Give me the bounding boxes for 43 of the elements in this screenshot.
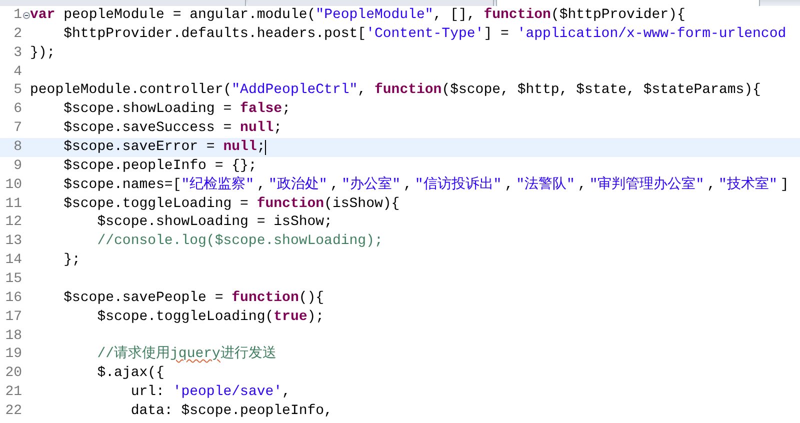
line-number: 9 bbox=[12, 156, 22, 176]
code-line: $scope.toggleLoading(true); bbox=[96, 308, 324, 325]
code-line: peopleModule.controller("AddPeopleCtrl", function($scope, $http, $state, $stateParams){ bbox=[30, 82, 761, 98]
text-cursor bbox=[265, 140, 266, 156]
line-number: 1 bbox=[12, 6, 22, 25]
line-number: 16 bbox=[4, 288, 22, 308]
line-number: 15 bbox=[4, 270, 22, 289]
code-line: data: $scope.peopleInfo, bbox=[130, 403, 332, 420]
code-line: var peopleModule = angular.module("PeopleModule", [], function($httpProvider){ bbox=[30, 7, 686, 23]
line-number: 11 bbox=[4, 194, 22, 214]
line-number: 3 bbox=[12, 44, 22, 63]
code-comment: //请求使用jquery进行发送 bbox=[96, 346, 276, 362]
line-number: 14 bbox=[4, 251, 22, 270]
code-line: }); bbox=[30, 44, 56, 61]
line-number: 20 bbox=[4, 364, 22, 384]
code-line: $scope.saveError = null; bbox=[62, 139, 266, 156]
code-line: $scope.showLoading = isShow; bbox=[96, 214, 332, 230]
code-line: $scope.saveSuccess = null; bbox=[62, 120, 282, 136]
code-line: $httpProvider.defaults.headers.post['Content-Type'] = 'application/x-www-form-urlencod bbox=[62, 26, 786, 42]
line-number: 18 bbox=[4, 326, 22, 346]
code-line: $scope.peopleInfo = {}; bbox=[62, 158, 257, 174]
code-line: $scope.names=["纪检监察" , "政治处" , "办公室" , "信访投诉出" , "法警队" , "审判管理办公室" , "技术室" ] bbox=[62, 176, 790, 193]
line-number: 2 bbox=[12, 24, 22, 44]
code-comment: //console.log($scope.showLoading); bbox=[96, 233, 383, 250]
code-line: url: 'people/save', bbox=[130, 384, 290, 400]
code-line: }; bbox=[62, 252, 80, 268]
line-number: 22 bbox=[4, 402, 22, 421]
line-number: 19 bbox=[4, 345, 22, 364]
code-line: $scope.showLoading = false; bbox=[62, 101, 290, 118]
code-line: $scope.toggleLoading = function(isShow){ bbox=[62, 196, 400, 212]
line-number: 5 bbox=[12, 81, 22, 100]
line-number: 7 bbox=[12, 119, 22, 138]
code-line: $.ajax({ bbox=[96, 365, 164, 382]
collapse-icon[interactable] bbox=[22, 12, 30, 19]
line-number: 17 bbox=[4, 308, 22, 327]
line-number: 12 bbox=[4, 213, 22, 232]
line-number: 10 bbox=[4, 176, 22, 195]
code-line: $scope.savePeople = function(){ bbox=[62, 290, 324, 306]
line-number: 13 bbox=[4, 232, 22, 252]
line-number: 8 bbox=[12, 138, 22, 157]
line-number: 4 bbox=[12, 62, 22, 82]
line-number: 6 bbox=[12, 100, 22, 120]
line-number: 21 bbox=[4, 383, 22, 402]
